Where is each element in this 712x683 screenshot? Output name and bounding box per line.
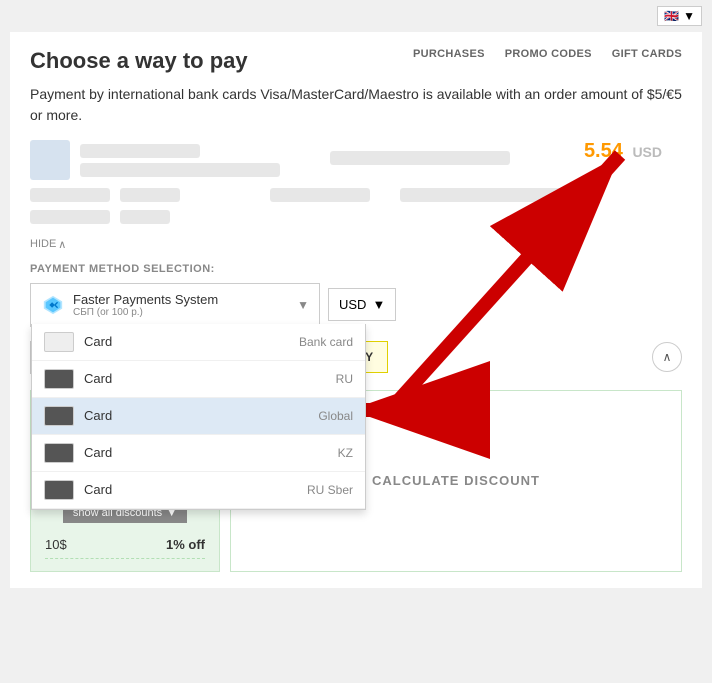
dropdown-chevron: ▼ — [297, 298, 309, 312]
card-icon-0 — [44, 332, 74, 352]
dropdown-item-1[interactable]: Card RU — [32, 361, 365, 398]
payment-dropdown-menu: Card Bank card Card RU Card G — [31, 324, 366, 510]
card-icon-3 — [44, 443, 74, 463]
collapse-button[interactable]: ∧ — [652, 342, 682, 372]
nav-gift-cards[interactable]: GIFT CARDS — [612, 48, 682, 60]
hide-link[interactable]: HIDE ∧ — [30, 238, 66, 251]
price-value: 5.54 — [584, 140, 623, 162]
language-selector[interactable]: 🇬🇧 ▼ — [657, 6, 702, 26]
nav-promo-codes[interactable]: PROMO CODES — [505, 48, 592, 60]
fps-icon — [41, 293, 65, 317]
payment-method-dropdown[interactable]: Faster Payments System СБП (or 100 р.) ▼… — [30, 283, 320, 327]
price-badge: 5.54 USD — [584, 140, 662, 163]
currency-label: USD — [339, 297, 366, 312]
currency-chevron: ▼ — [372, 297, 385, 312]
payment-selector-row: Faster Payments System СБП (or 100 р.) ▼… — [30, 283, 682, 327]
card-icon-1 — [44, 369, 74, 389]
selected-method-label: Faster Payments System — [73, 292, 218, 307]
nav-purchases[interactable]: PURCHASES — [413, 48, 485, 60]
blurred-section: 5.54 USD — [30, 140, 682, 224]
nav-links: PURCHASES PROMO CODES GIFT CARDS — [413, 48, 682, 60]
dropdown-item-4[interactable]: Card RU Sber — [32, 472, 365, 509]
dropdown-item-2[interactable]: Card Global — [32, 398, 365, 435]
lang-label: ▼ — [683, 9, 695, 23]
card-icon-2 — [44, 406, 74, 426]
main-content: PURCHASES PROMO CODES GIFT CARDS Choose … — [10, 32, 702, 588]
payment-method-label: PAYMENT METHOD SELECTION: — [30, 263, 682, 275]
card-icon-4 — [44, 480, 74, 500]
currency-dropdown[interactable]: USD ▼ — [328, 288, 396, 321]
flag-icon: 🇬🇧 — [664, 9, 679, 23]
selected-method-sub: СБП (or 100 р.) — [73, 307, 218, 318]
dropdown-item-3[interactable]: Card KZ — [32, 435, 365, 472]
info-text: Payment by international bank cards Visa… — [30, 84, 682, 126]
dropdown-item-0[interactable]: Card Bank card — [32, 324, 365, 361]
price-currency: USD — [632, 144, 662, 160]
discount-row-1: 10$ 1% off — [45, 531, 205, 559]
